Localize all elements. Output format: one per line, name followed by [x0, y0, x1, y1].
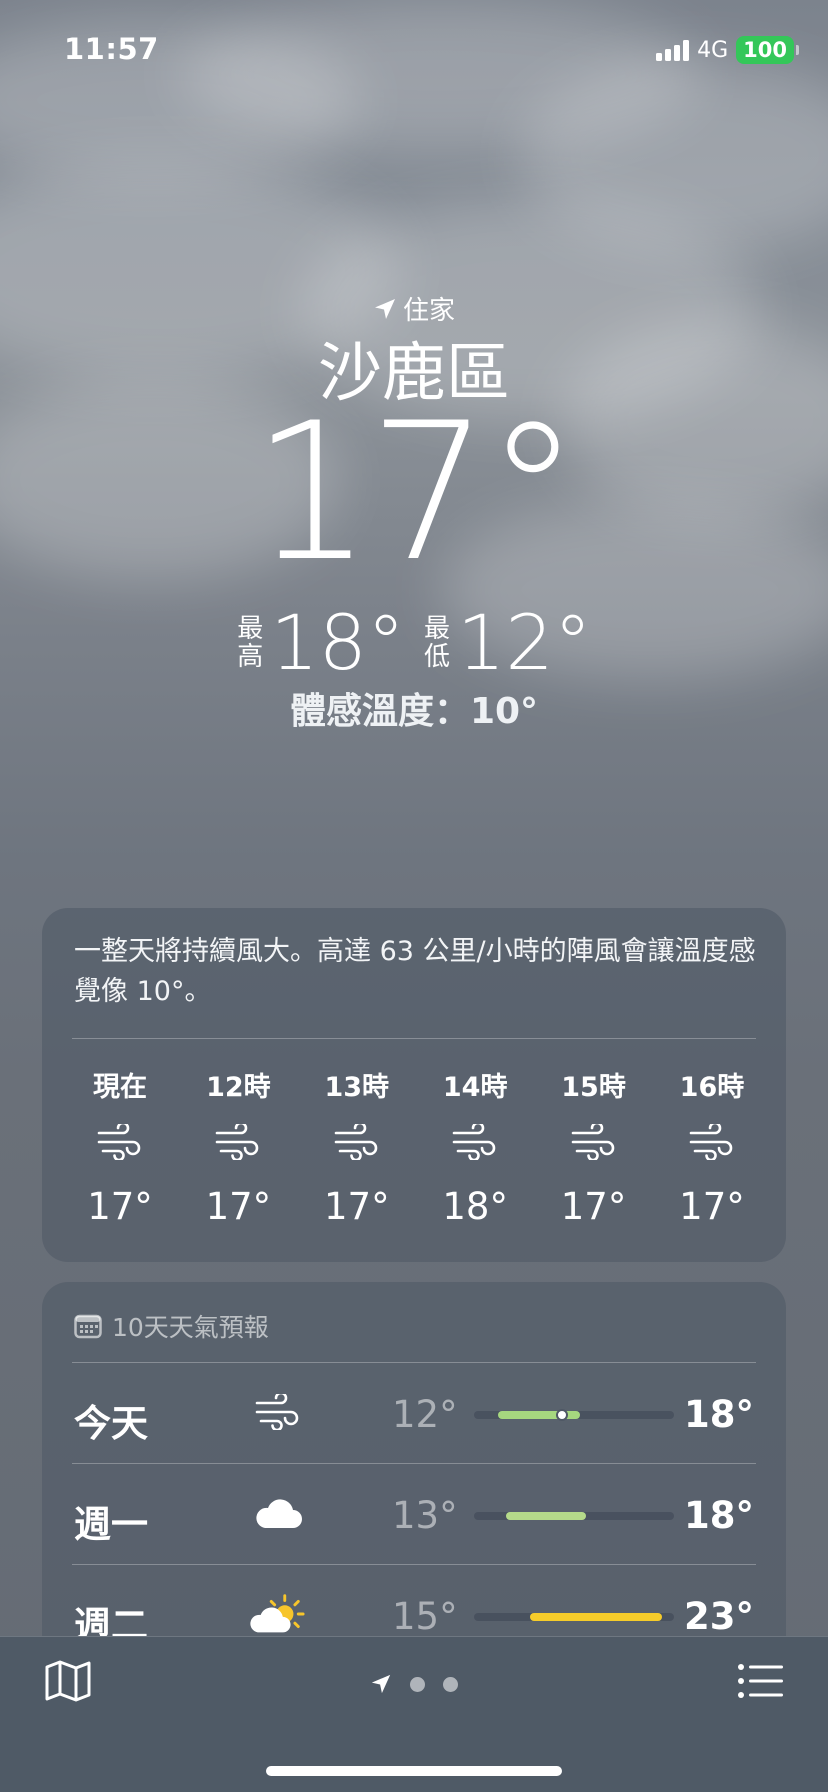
high-label: 最高: [237, 613, 264, 672]
hour-temp: 17°: [205, 1185, 272, 1228]
wind-icon: [689, 1124, 733, 1160]
status-bar: 11:57 4G 100: [0, 30, 828, 70]
list-icon[interactable]: [738, 1663, 784, 1699]
wind-icon: [571, 1124, 614, 1160]
daily-row[interactable]: 週一 13° 18°: [72, 1463, 756, 1564]
low-temp: 12°: [457, 598, 592, 687]
hour-item: 15時 17°: [546, 1065, 642, 1228]
hourly-forecast-card[interactable]: 一整天將持續風大。高達 63 公里/小時的陣風會讓溫度感覺像 10°。 現在 1…: [42, 908, 786, 1262]
hour-item: 12時 17°: [190, 1065, 286, 1228]
current-temperature: 17°: [251, 382, 581, 603]
hour-label: 12時: [206, 1072, 271, 1103]
hourly-list[interactable]: 現在 17° 12時 17° 13時 17° 14時 18° 15時 17° 1…: [42, 1065, 786, 1228]
hour-label: 15時: [561, 1072, 626, 1103]
daily-forecast-title: 10天天氣預報: [112, 1313, 269, 1342]
high-low: 最高 18° 最低 12°: [0, 598, 828, 687]
current-temp-marker: [556, 1409, 568, 1421]
page-indicator[interactable]: [0, 1673, 828, 1695]
day-label: 今天: [74, 1402, 148, 1445]
feels-like: 體感溫度：10°: [289, 691, 539, 732]
hour-label: 14時: [442, 1072, 508, 1103]
temp-range-bar: [474, 1613, 674, 1621]
location-arrow-icon: [371, 1674, 391, 1694]
forecast-summary: 一整天將持續風大。高達 63 公里/小時的陣風會讓溫度感覺像 10°。: [74, 936, 756, 1007]
hour-item: 13時 17°: [309, 1065, 405, 1228]
day-low: 15°: [392, 1595, 458, 1638]
hour-label: 13時: [324, 1072, 390, 1103]
temp-range-bar: [474, 1512, 674, 1520]
high-temp: 18°: [270, 598, 405, 687]
hour-temp: 17°: [323, 1185, 390, 1228]
day-high: 18°: [684, 1393, 754, 1436]
day-high: 18°: [684, 1494, 754, 1537]
status-time: 11:57: [64, 32, 159, 66]
temp-range-fill: [530, 1613, 662, 1621]
cellular-signal-icon: [656, 39, 690, 61]
wind-icon: [334, 1124, 378, 1160]
cloud-icon: [256, 1499, 302, 1528]
low-label: 最低: [423, 613, 450, 672]
hour-item: 14時 18°: [427, 1065, 523, 1228]
page-dot: [410, 1676, 425, 1692]
daily-forecast-card[interactable]: 10天天氣預報 今天 12° 18° 週一 13° 18° 週二 15° 23°: [42, 1282, 786, 1647]
location-arrow-icon: [374, 298, 395, 319]
battery-icon: 100: [736, 36, 799, 64]
day-low: 12°: [392, 1393, 458, 1436]
daily-row[interactable]: 今天 12° 18°: [72, 1362, 756, 1463]
network-type: 4G: [697, 37, 729, 63]
hour-item: 現在 17°: [72, 1065, 168, 1228]
hour-item: 16時 17°: [664, 1065, 760, 1228]
hour-label: 16時: [679, 1072, 745, 1103]
wind-icon: [255, 1394, 299, 1430]
wind-icon: [97, 1124, 141, 1160]
battery-level: 100: [743, 38, 787, 62]
divider: [72, 1038, 756, 1039]
hour-temp: 17°: [679, 1185, 745, 1228]
temp-range-fill: [506, 1512, 586, 1520]
day-high: 23°: [684, 1595, 754, 1638]
temp-range-bar: [474, 1409, 674, 1421]
day-label: 週一: [74, 1503, 148, 1546]
daily-forecast-header: 10天天氣預報: [42, 1282, 786, 1362]
wind-icon: [216, 1124, 259, 1160]
hour-temp: 17°: [560, 1185, 627, 1228]
hour-temp: 17°: [87, 1185, 153, 1228]
home-indicator[interactable]: [266, 1766, 562, 1776]
partly-sunny-icon: [250, 1594, 305, 1633]
day-low: 13°: [392, 1494, 458, 1537]
page-dot: [443, 1676, 458, 1692]
hour-label: 現在: [93, 1072, 147, 1103]
calendar-icon: [74, 1314, 102, 1339]
hour-temp: 18°: [442, 1185, 508, 1228]
wind-icon: [452, 1124, 496, 1160]
